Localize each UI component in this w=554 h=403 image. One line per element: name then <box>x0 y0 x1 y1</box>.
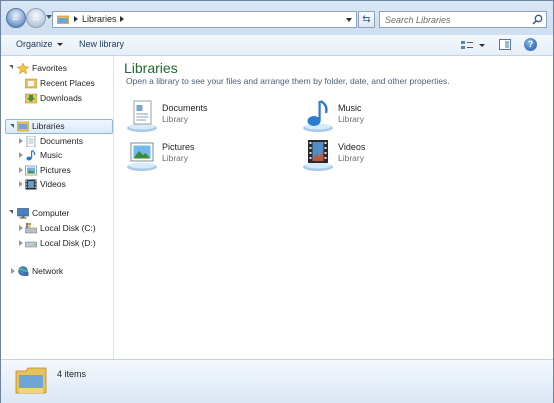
nav-favorites[interactable]: Favorites <box>1 61 113 76</box>
nav-computer[interactable]: Computer <box>1 206 113 221</box>
nav-downloads-label: Downloads <box>40 93 83 103</box>
library-videos[interactable]: Videos Library <box>302 138 472 172</box>
search-box[interactable] <box>379 11 547 28</box>
search-icon[interactable] <box>532 14 543 25</box>
nav-downloads[interactable]: Downloads <box>1 91 113 106</box>
nav-computer-label: Computer <box>32 208 70 218</box>
nav-documents[interactable]: Documents <box>1 134 113 149</box>
nav-network[interactable]: Network <box>1 264 113 279</box>
refresh-button[interactable]: ⇆ <box>358 11 375 28</box>
expand-arrow-icon[interactable] <box>10 124 14 128</box>
nav-local-disk-c[interactable]: Local Disk (C:) <box>1 221 113 236</box>
expand-arrow-icon[interactable] <box>11 268 15 274</box>
videos-icon <box>25 179 37 190</box>
library-music[interactable]: Music Library <box>302 99 472 133</box>
address-bar[interactable]: Libraries <box>52 11 357 28</box>
library-documents[interactable]: Documents Library <box>126 99 296 133</box>
chevron-down-icon <box>56 43 63 47</box>
preview-pane-button[interactable] <box>499 39 511 50</box>
expand-arrow-icon[interactable] <box>9 65 13 69</box>
library-music-type: Library <box>338 114 364 124</box>
drive-icon <box>25 241 37 248</box>
network-icon <box>18 266 29 276</box>
documents-icon <box>26 136 36 147</box>
system-drive-icon <box>25 223 37 234</box>
libraries-folder-icon <box>15 367 47 394</box>
expand-arrow-icon[interactable] <box>19 138 23 144</box>
nav-network-label: Network <box>32 266 64 276</box>
breadcrumb-libraries[interactable]: Libraries <box>82 14 117 24</box>
library-music-name: Music <box>338 103 362 113</box>
expand-arrow-icon[interactable] <box>19 181 23 187</box>
library-documents-name: Documents <box>162 103 208 113</box>
new-library-label: New library <box>79 39 125 49</box>
change-view-icon[interactable] <box>460 39 486 51</box>
pictures-icon <box>25 165 37 176</box>
star-icon <box>17 63 29 74</box>
item-count: 4 items <box>57 369 87 379</box>
breadcrumb-separator[interactable] <box>74 16 78 22</box>
nav-libraries[interactable]: Libraries <box>5 119 113 134</box>
nav-documents-label: Documents <box>40 136 83 146</box>
nav-local-disk-d[interactable]: Local Disk (D:) <box>1 236 113 251</box>
new-library-button[interactable]: New library <box>79 39 124 49</box>
expand-arrow-icon[interactable] <box>19 152 23 158</box>
nav-favorites-label: Favorites <box>32 63 67 73</box>
library-documents-type: Library <box>162 114 188 124</box>
breadcrumb-separator[interactable] <box>120 16 124 22</box>
library-pictures-type: Library <box>162 153 188 163</box>
music-library-icon <box>303 99 333 132</box>
address-row: ← → Libraries ⇆ <box>1 1 553 35</box>
documents-library-icon <box>127 100 157 132</box>
nav-local-disk-c-label: Local Disk (C:) <box>40 223 96 233</box>
music-icon <box>26 150 36 161</box>
nav-recent-places-label: Recent Places <box>40 78 95 88</box>
explorer-window: ← → Libraries ⇆ Organize New <box>0 0 554 403</box>
expand-arrow-icon[interactable] <box>19 225 23 231</box>
library-videos-name: Videos <box>338 142 366 152</box>
content-pane: Libraries Open a library to see your fil… <box>114 56 553 359</box>
pictures-library-icon <box>127 142 157 171</box>
libraries-icon <box>17 121 29 132</box>
organize-button[interactable]: Organize <box>16 39 63 49</box>
library-pictures-name: Pictures <box>162 142 195 152</box>
videos-library-icon <box>303 140 333 171</box>
page-subtitle: Open a library to see your files and arr… <box>126 76 450 86</box>
downloads-folder-icon <box>25 93 37 104</box>
navigation-pane: Favorites Recent Places Downloads Librar… <box>1 56 114 359</box>
library-videos-type: Library <box>338 153 364 163</box>
nav-videos-label: Videos <box>40 179 66 189</box>
details-pane: 4 items <box>1 359 553 403</box>
page-title: Libraries <box>124 60 178 76</box>
libraries-folder-icon <box>57 15 69 24</box>
help-button[interactable]: ? <box>524 38 537 51</box>
nav-local-disk-d-label: Local Disk (D:) <box>40 238 96 248</box>
nav-videos[interactable]: Videos <box>1 177 113 192</box>
nav-music[interactable]: Music <box>1 148 113 163</box>
command-bar: Organize New library ? <box>1 35 553 56</box>
computer-icon <box>17 208 29 219</box>
nav-libraries-label: Libraries <box>32 121 65 131</box>
back-button[interactable]: ← <box>6 8 26 28</box>
library-pictures[interactable]: Pictures Library <box>126 138 296 172</box>
nav-recent-places[interactable]: Recent Places <box>1 76 113 91</box>
nav-pictures-label: Pictures <box>40 165 71 175</box>
forward-button[interactable]: → <box>26 8 46 28</box>
organize-label: Organize <box>16 39 53 49</box>
expand-arrow-icon[interactable] <box>19 167 23 173</box>
nav-pictures[interactable]: Pictures <box>1 163 113 178</box>
expand-arrow-icon[interactable] <box>19 240 23 246</box>
address-history-dropdown[interactable] <box>346 18 352 22</box>
search-input[interactable] <box>383 13 532 26</box>
recent-places-icon <box>25 78 37 89</box>
nav-music-label: Music <box>40 150 63 160</box>
expand-arrow-icon[interactable] <box>9 210 13 214</box>
